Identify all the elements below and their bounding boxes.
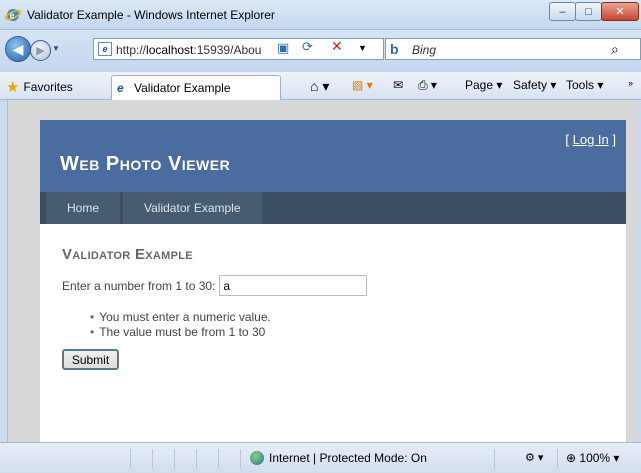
site-title: Web Photo Viewer — [60, 153, 231, 175]
nav-item-home[interactable]: Home — [46, 192, 122, 224]
zone-label: Internet | Protected Mode: On — [269, 451, 427, 465]
site-nav: Home Validator Example — [40, 192, 626, 224]
protected-mode-icon[interactable]: ⚙ ▾ — [525, 451, 543, 464]
page-icon: e — [98, 42, 112, 56]
zoom-value: 100% — [579, 451, 611, 465]
status-divider — [174, 449, 175, 469]
more-chevron-icon[interactable]: » — [628, 78, 633, 88]
tab-label: Validator Example — [134, 81, 231, 95]
title-bar: e Validator Example - Windows Internet E… — [0, 0, 641, 30]
bing-icon: b — [390, 41, 399, 57]
minimize-button[interactable]: – — [549, 2, 576, 21]
nav-item-validator-example[interactable]: Validator Example — [123, 192, 263, 224]
status-divider — [494, 449, 495, 469]
refresh-icon[interactable]: ⟳ — [302, 39, 313, 55]
site-header: Web Photo Viewer [ Log In ] — [40, 120, 626, 192]
url-text: http://localhost:15939/Abou — [116, 43, 262, 57]
tools-menu[interactable]: Tools ▾ — [566, 78, 603, 92]
number-prompt: Enter a number from 1 to 30: — [62, 278, 216, 293]
safety-menu[interactable]: Safety ▾ — [513, 78, 556, 92]
svg-text:e: e — [10, 11, 15, 21]
login-bracket-open: [ — [565, 132, 573, 147]
favorites-star-icon: ★ — [6, 79, 20, 96]
page-content: Validator Example Enter a number from 1 … — [40, 224, 626, 388]
mail-icon[interactable]: ✉ — [393, 78, 403, 92]
search-input[interactable]: b Bing ⌕ — [385, 38, 641, 60]
page-menu[interactable]: Page ▾ — [465, 78, 502, 92]
back-button[interactable]: ◀ — [5, 36, 31, 62]
globe-icon — [250, 451, 264, 465]
url-dropdown-icon[interactable]: ▼ — [358, 43, 367, 53]
site-page: Web Photo Viewer [ Log In ] Home Validat… — [40, 120, 626, 442]
status-divider — [196, 449, 197, 469]
home-icon[interactable]: ⌂ ▾ — [310, 78, 329, 95]
error-item: The value must be from 1 to 30 — [99, 325, 604, 340]
maximize-button[interactable]: □ — [575, 2, 602, 21]
print-icon[interactable]: ⎙ ▾ — [418, 78, 437, 93]
search-placeholder: Bing — [412, 43, 437, 57]
tab-page-icon: e — [117, 81, 124, 95]
number-row: Enter a number from 1 to 30: — [62, 275, 604, 296]
login-link[interactable]: Log In — [573, 132, 609, 147]
browser-viewport: Web Photo Viewer [ Log In ] Home Validat… — [7, 100, 637, 442]
favorites-label: Favorites — [23, 80, 73, 94]
zoom-level[interactable]: ⊕ 100% ▾ — [566, 451, 619, 465]
validation-summary: You must enter a numeric value. The valu… — [62, 310, 604, 340]
favorites-bar: ★ Favorites e Validator Example ⌂ ▾ ▧ ▾ … — [0, 72, 641, 100]
status-divider — [240, 449, 241, 469]
address-bar-row: ◀ ▶ ▼ e http://localhost:15939/Abou ▼ b … — [0, 30, 641, 72]
tab-validator-example[interactable]: e Validator Example — [111, 75, 281, 100]
status-divider — [130, 449, 131, 469]
security-zone[interactable]: Internet | Protected Mode: On — [250, 451, 427, 465]
login-bracket-close: ] — [608, 132, 616, 147]
submit-button[interactable]: Submit — [62, 349, 119, 370]
status-divider — [557, 449, 558, 469]
page-title: Validator Example — [62, 246, 193, 263]
favorites-button[interactable]: ★ Favorites — [6, 78, 73, 96]
forward-button[interactable]: ▶ — [30, 40, 51, 61]
compatibility-view-icon[interactable]: ▣ — [277, 40, 289, 56]
ie-icon: e — [4, 7, 22, 23]
login-area: [ Log In ] — [565, 132, 616, 147]
close-button[interactable]: ✕ — [601, 2, 639, 21]
feeds-icon[interactable]: ▧ ▾ — [352, 78, 373, 92]
status-divider — [218, 449, 219, 469]
recent-pages-chevron-icon[interactable]: ▼ — [52, 44, 60, 53]
number-input[interactable] — [219, 275, 368, 296]
window-title: Validator Example - Windows Internet Exp… — [27, 8, 275, 22]
stop-icon[interactable]: ✕ — [331, 38, 343, 55]
search-icon[interactable]: ⌕ — [611, 41, 619, 58]
status-divider — [152, 449, 153, 469]
error-item: You must enter a numeric value. — [99, 310, 604, 325]
status-bar: Internet | Protected Mode: On ⚙ ▾ ⊕ 100%… — [0, 442, 641, 473]
